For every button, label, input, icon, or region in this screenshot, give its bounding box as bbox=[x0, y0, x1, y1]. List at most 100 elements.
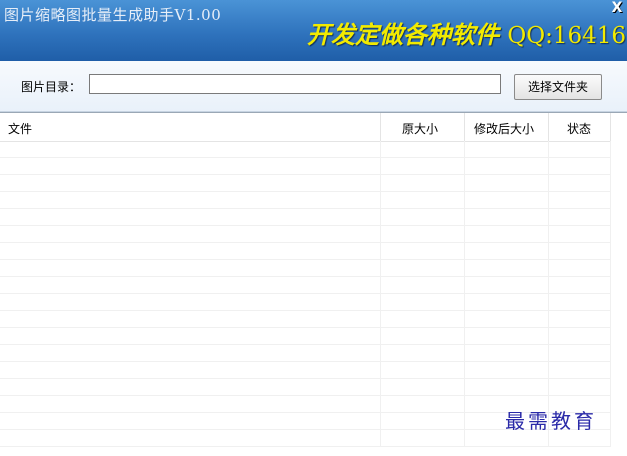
empty-row bbox=[0, 209, 611, 226]
empty-cell bbox=[0, 141, 381, 157]
app-title: 图片缩略图批量生成助手V1.00 bbox=[4, 6, 222, 24]
column-label-new-size: 修改后大小 bbox=[474, 122, 535, 136]
empty-cell bbox=[549, 226, 611, 242]
empty-cell bbox=[0, 277, 381, 293]
empty-cell bbox=[381, 158, 465, 174]
empty-cell bbox=[465, 158, 549, 174]
empty-cell bbox=[0, 175, 381, 191]
empty-row bbox=[0, 192, 611, 209]
empty-cell bbox=[381, 294, 465, 310]
column-header-original-size[interactable]: 原大小 bbox=[381, 113, 465, 141]
empty-cell bbox=[465, 226, 549, 242]
empty-cell bbox=[549, 192, 611, 208]
empty-cell bbox=[465, 328, 549, 344]
column-header-status[interactable]: 状态 bbox=[549, 113, 611, 141]
empty-cell bbox=[465, 294, 549, 310]
empty-row bbox=[0, 328, 611, 345]
list-header: 文件 原大小 修改后大小 状态 bbox=[0, 113, 611, 142]
empty-cell bbox=[549, 311, 611, 327]
empty-cell bbox=[0, 311, 381, 327]
empty-cell bbox=[381, 192, 465, 208]
empty-cell bbox=[549, 379, 611, 395]
empty-cell bbox=[465, 175, 549, 191]
empty-cell bbox=[0, 226, 381, 242]
empty-cell bbox=[549, 209, 611, 225]
empty-cell bbox=[465, 362, 549, 378]
empty-cell bbox=[381, 396, 465, 412]
empty-cell bbox=[381, 226, 465, 242]
empty-cell bbox=[0, 260, 381, 276]
empty-cell bbox=[381, 430, 465, 446]
empty-cell bbox=[465, 260, 549, 276]
empty-cell bbox=[549, 362, 611, 378]
empty-cell bbox=[381, 362, 465, 378]
empty-cell bbox=[549, 328, 611, 344]
empty-row bbox=[0, 362, 611, 379]
empty-cell bbox=[0, 294, 381, 310]
empty-row bbox=[0, 226, 611, 243]
empty-cell bbox=[549, 141, 611, 157]
column-label-file: 文件 bbox=[8, 122, 33, 136]
empty-cell bbox=[549, 277, 611, 293]
empty-cell bbox=[381, 260, 465, 276]
watermark: 最需教育 bbox=[505, 409, 597, 433]
column-header-new-size[interactable]: 修改后大小 bbox=[465, 113, 549, 141]
empty-cell bbox=[465, 192, 549, 208]
empty-cell bbox=[465, 277, 549, 293]
image-directory-input[interactable] bbox=[89, 74, 501, 94]
empty-cell bbox=[0, 243, 381, 259]
empty-cell bbox=[0, 362, 381, 378]
empty-cell bbox=[381, 379, 465, 395]
empty-cell bbox=[381, 311, 465, 327]
empty-cell bbox=[465, 243, 549, 259]
empty-row bbox=[0, 294, 611, 311]
list-body bbox=[0, 141, 611, 447]
empty-cell bbox=[465, 345, 549, 361]
column-label-original-size: 原大小 bbox=[402, 122, 439, 136]
empty-row bbox=[0, 158, 611, 175]
empty-cell bbox=[549, 158, 611, 174]
empty-cell bbox=[381, 328, 465, 344]
empty-cell bbox=[381, 243, 465, 259]
empty-cell bbox=[465, 311, 549, 327]
empty-cell bbox=[0, 192, 381, 208]
empty-cell bbox=[465, 209, 549, 225]
empty-cell bbox=[0, 158, 381, 174]
empty-row bbox=[0, 311, 611, 328]
empty-row bbox=[0, 345, 611, 362]
empty-cell bbox=[0, 413, 381, 429]
column-label-status: 状态 bbox=[567, 122, 592, 136]
empty-cell bbox=[381, 277, 465, 293]
empty-row bbox=[0, 277, 611, 294]
empty-cell bbox=[0, 396, 381, 412]
close-button[interactable]: X bbox=[610, 0, 624, 16]
image-directory-label: 图片目录： bbox=[21, 80, 82, 94]
empty-row bbox=[0, 141, 611, 158]
empty-cell bbox=[381, 345, 465, 361]
empty-cell bbox=[0, 430, 381, 446]
column-header-file[interactable]: 文件 bbox=[0, 113, 381, 141]
empty-cell bbox=[549, 243, 611, 259]
empty-cell bbox=[381, 413, 465, 429]
empty-cell bbox=[381, 141, 465, 157]
promo-banner: 开发定做各种软件 QQ:1641653330 bbox=[307, 15, 627, 50]
empty-cell bbox=[549, 294, 611, 310]
empty-row bbox=[0, 175, 611, 192]
empty-cell bbox=[0, 209, 381, 225]
title-bar: 图片缩略图批量生成助手V1.00 开发定做各种软件 QQ:1641653330 … bbox=[0, 0, 627, 61]
empty-cell bbox=[465, 379, 549, 395]
empty-cell bbox=[465, 141, 549, 157]
empty-cell bbox=[0, 328, 381, 344]
promo-text: 开发定做各种软件 bbox=[307, 20, 499, 49]
empty-cell bbox=[381, 209, 465, 225]
choose-folder-button[interactable]: 选择文件夹 bbox=[514, 74, 602, 100]
empty-cell bbox=[549, 260, 611, 276]
empty-row bbox=[0, 243, 611, 260]
toolbar: 图片目录： 选择文件夹 bbox=[0, 61, 627, 112]
empty-row bbox=[0, 379, 611, 396]
empty-row bbox=[0, 260, 611, 277]
empty-cell bbox=[549, 175, 611, 191]
empty-cell bbox=[549, 345, 611, 361]
empty-cell bbox=[381, 175, 465, 191]
empty-cell bbox=[0, 379, 381, 395]
